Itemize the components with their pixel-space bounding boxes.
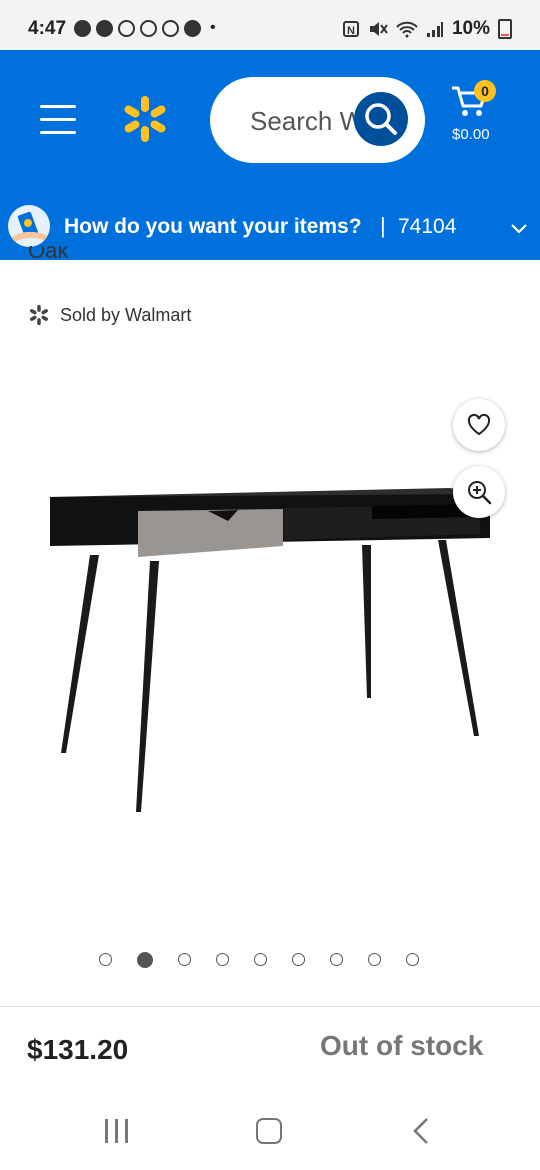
notification-icon [96,19,113,37]
divider [0,1006,540,1007]
tiktok-icon [118,19,135,37]
product-price: $131.20 [27,1034,129,1065]
cart-count-badge: 0 [474,80,496,102]
app-header: Search W 0 $0.00 [0,50,540,197]
walmart-spark-icon [30,304,48,326]
zoom-in-icon [468,481,492,505]
phone-spark-icon [11,211,47,242]
delivery-question: How do you want your items? [64,215,362,238]
carousel-dot[interactable] [99,953,112,966]
product-title-fragment: Oak [28,246,69,262]
nfc-icon: N [342,21,359,37]
status-notification-icons: • [74,19,216,37]
search-input[interactable]: Search W [250,106,364,137]
heart-icon [467,413,491,436]
more-notifications-dot: • [210,19,216,36]
delivery-selector[interactable]: How do you want your items? | 74104 [0,197,540,260]
signal-icon [426,22,443,37]
search-icon [365,103,397,135]
carousel-dot[interactable] [368,953,381,966]
back-button[interactable] [410,1116,434,1146]
messenger-icon [74,19,91,37]
seller-label: Sold by Walmart [60,304,192,325]
delivery-separator: | [380,213,386,238]
tiktok-icon [162,19,179,37]
delivery-zip: 74104 [398,215,457,238]
search-bar[interactable]: Search W [210,77,425,163]
add-to-favorites-button[interactable] [453,399,505,451]
carousel-dot[interactable] [178,953,191,966]
search-button[interactable] [354,92,408,146]
status-time: 4:47 [28,18,67,39]
carousel-dot[interactable] [330,953,343,966]
carousel-dot[interactable] [406,953,419,966]
battery-percent: 10% [451,18,490,39]
carousel-dot[interactable] [254,953,267,966]
system-nav-bar [0,1090,540,1170]
availability-status: Out of stock [320,1030,484,1061]
carousel-dot[interactable] [292,953,305,966]
zoom-image-button[interactable] [453,466,505,518]
menu-icon-line [40,118,76,121]
image-carousel-dots [99,951,419,968]
walmart-spark-logo[interactable] [120,94,170,144]
cart-button[interactable]: 0 $0.00 [444,78,514,148]
carousel-dot[interactable] [137,951,153,968]
recent-apps-button[interactable] [105,1119,133,1143]
battery-icon [498,19,512,39]
wifi-icon [396,21,418,38]
menu-button[interactable] [40,105,76,134]
home-button[interactable] [256,1118,282,1144]
status-system-icons: N 10% [342,18,512,40]
carousel-dot[interactable] [216,953,229,966]
product-image-desk[interactable] [0,460,540,840]
cart-total: $0.00 [452,126,490,143]
chevron-down-icon [511,224,527,234]
menu-icon-line [40,131,76,134]
tiktok-icon [140,19,157,37]
seller-info: Sold by Walmart [28,304,191,326]
svg-text:N: N [347,25,355,37]
pinterest-icon [184,19,201,37]
status-bar: 4:47 • N 10% [0,0,540,50]
menu-icon-line [40,105,76,108]
delivery-avatar [8,205,50,247]
mute-icon [369,22,388,36]
